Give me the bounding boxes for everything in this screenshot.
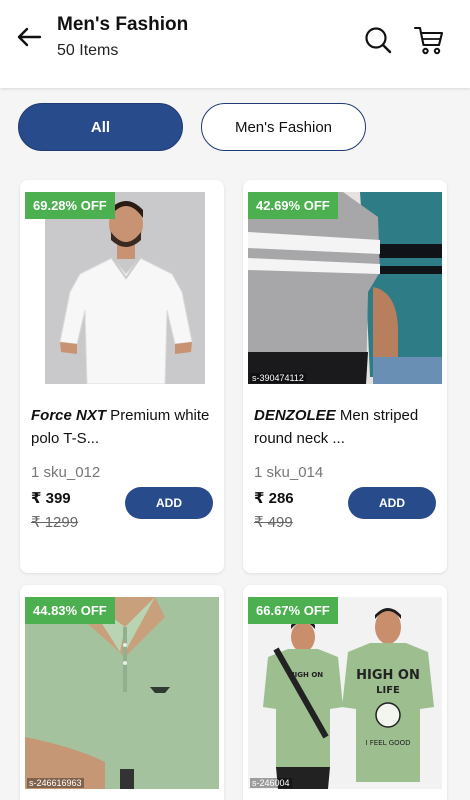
product-card[interactable]: 69.28% OFF Force NXT Premium white polo … bbox=[20, 180, 224, 573]
product-card[interactable]: HIGH ON LIFE I FEEL GOOD HIGH ON s-24600… bbox=[243, 585, 447, 800]
product-sku: 1 sku_014 bbox=[254, 464, 324, 481]
product-image[interactable]: HIGH ON LIFE I FEEL GOOD HIGH ON s-24600… bbox=[248, 597, 442, 789]
product-image[interactable] bbox=[25, 192, 219, 384]
product-card[interactable]: s-246616963 44.83% OFF bbox=[20, 585, 224, 800]
svg-text:HIGH ON: HIGH ON bbox=[356, 668, 420, 683]
add-to-cart-button[interactable]: ADD bbox=[348, 487, 436, 519]
product-mrp: ₹ 499 bbox=[254, 514, 293, 531]
filter-chip-all[interactable]: All bbox=[18, 103, 183, 151]
product-price: ₹ 286 bbox=[254, 490, 294, 507]
product-image[interactable]: s-246616963 bbox=[25, 597, 219, 789]
svg-text:I FEEL GOOD: I FEEL GOOD bbox=[365, 739, 410, 747]
back-arrow-icon[interactable] bbox=[16, 26, 42, 48]
product-image[interactable]: s-390474112 bbox=[248, 192, 442, 384]
product-brand: DENZOLEE bbox=[254, 407, 336, 424]
discount-badge: 42.69% OFF bbox=[248, 192, 338, 219]
product-card[interactable]: s-390474112 42.69% OFF DENZOLEE Men stri… bbox=[243, 180, 447, 573]
image-sku-tag: s-246616963 bbox=[27, 778, 84, 788]
image-sku-tag: s-246004 bbox=[250, 778, 292, 788]
discount-badge: 69.28% OFF bbox=[25, 192, 115, 219]
discount-badge: 66.67% OFF bbox=[248, 597, 338, 624]
search-icon[interactable] bbox=[364, 26, 392, 54]
image-sku-tag: s-390474112 bbox=[250, 373, 306, 383]
product-sku: 1 sku_012 bbox=[31, 464, 101, 481]
product-name[interactable]: DENZOLEE Men striped round neck ... bbox=[254, 404, 440, 450]
svg-text:HIGH ON: HIGH ON bbox=[289, 671, 323, 679]
add-to-cart-button[interactable]: ADD bbox=[125, 487, 213, 519]
cart-icon[interactable] bbox=[413, 24, 445, 56]
product-price: ₹ 399 bbox=[31, 490, 71, 507]
svg-text:LIFE: LIFE bbox=[376, 685, 400, 696]
product-brand: Force NXT bbox=[31, 407, 107, 424]
product-mrp: ₹ 1299 bbox=[31, 514, 79, 531]
discount-badge: 44.83% OFF bbox=[25, 597, 115, 624]
page-title: Men's Fashion bbox=[57, 14, 189, 35]
app-header: Men's Fashion 50 Items bbox=[0, 0, 470, 88]
filter-chip-mens-fashion[interactable]: Men's Fashion bbox=[201, 103, 366, 151]
item-count: 50 Items bbox=[57, 42, 119, 59]
product-name[interactable]: Force NXT Premium white polo T-S... bbox=[31, 404, 217, 450]
